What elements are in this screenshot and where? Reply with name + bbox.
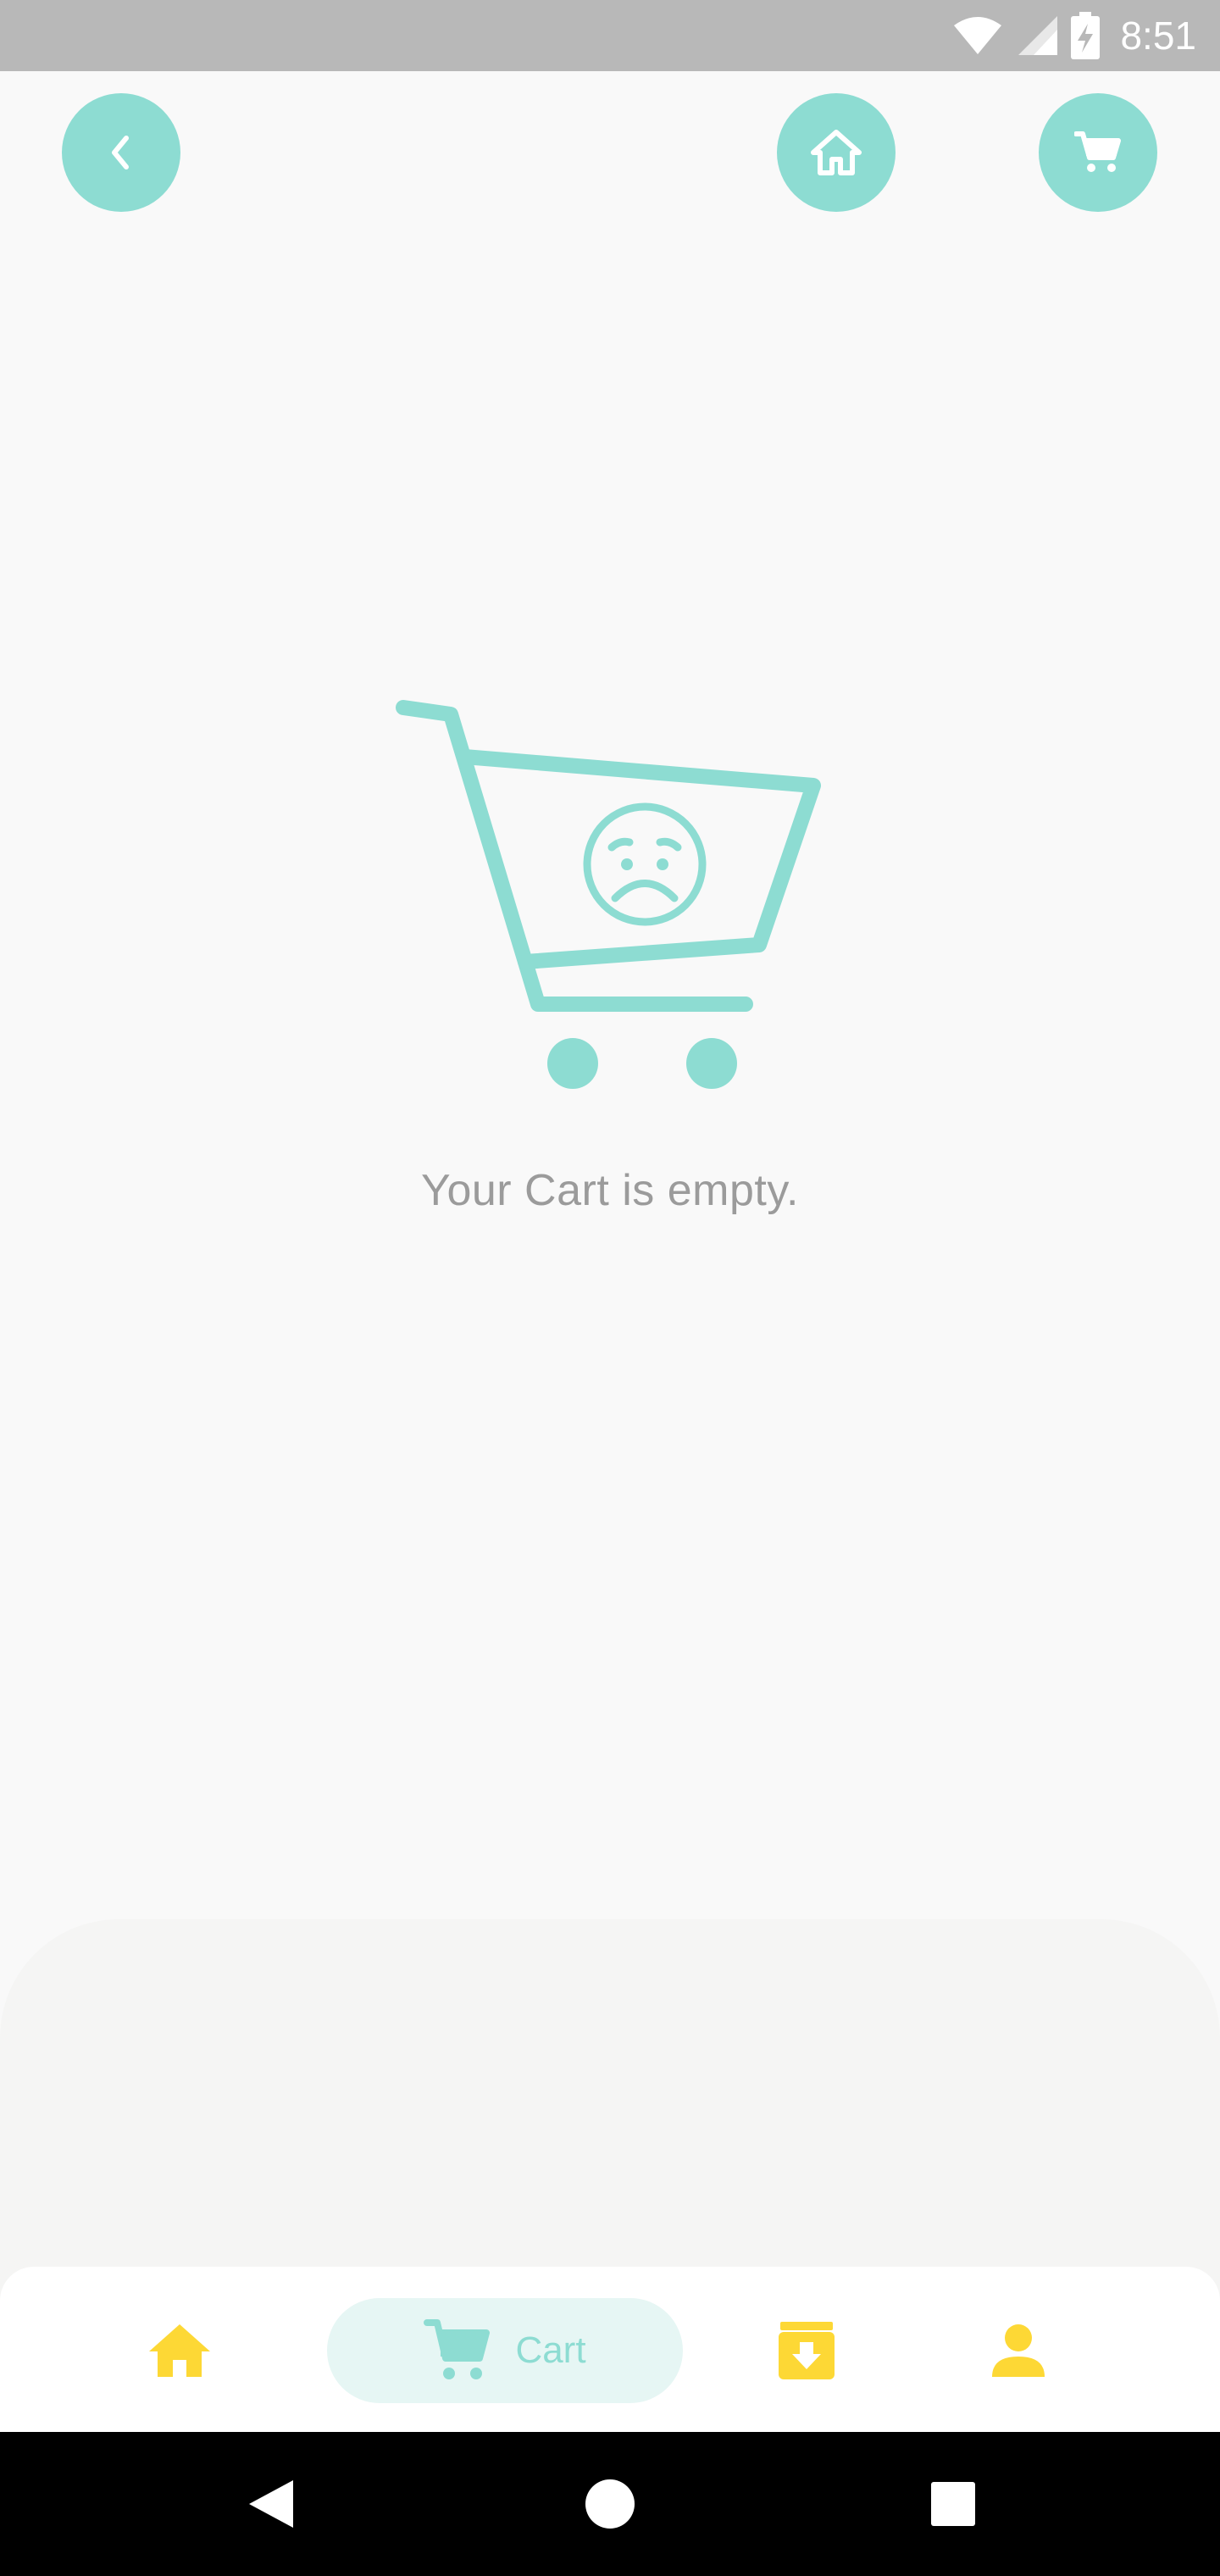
nav-cart[interactable]: Cart <box>327 2298 683 2403</box>
nav-profile[interactable] <box>968 2308 1069 2393</box>
home-icon <box>149 2324 210 2377</box>
empty-cart-message: Your Cart is empty. <box>421 1166 799 1215</box>
back-triangle-icon <box>249 2480 293 2528</box>
home-icon <box>811 130 862 175</box>
empty-cart-illustration <box>396 700 821 1089</box>
recents-square-icon <box>931 2482 975 2526</box>
person-icon <box>992 2324 1045 2377</box>
system-back-button[interactable] <box>237 2470 305 2538</box>
cart-button[interactable] <box>1039 93 1157 212</box>
battery-charging-icon <box>1071 12 1101 59</box>
chevron-left-icon <box>112 136 129 169</box>
wifi-icon <box>954 17 1002 54</box>
system-nav-bar <box>0 2432 1220 2576</box>
cart-icon <box>424 2319 491 2379</box>
sad-face-icon <box>583 802 707 926</box>
back-button[interactable] <box>62 93 180 212</box>
system-home-button[interactable] <box>576 2470 644 2538</box>
home-button[interactable] <box>777 93 896 212</box>
status-time: 8:51 <box>1120 14 1196 58</box>
system-recents-button[interactable] <box>919 2470 987 2538</box>
status-icons: 8:51 <box>952 0 1196 71</box>
cart-icon <box>1074 131 1121 172</box>
signal-icon <box>1018 16 1058 55</box>
bottom-nav: Cart <box>0 2267 1220 2432</box>
nav-cart-label: Cart <box>515 2329 586 2371</box>
nav-orders[interactable] <box>756 2308 857 2393</box>
archive-download-icon <box>779 2322 835 2379</box>
status-bar: 8:51 <box>0 0 1220 71</box>
nav-home[interactable] <box>127 2308 232 2393</box>
home-circle-icon <box>585 2479 635 2529</box>
